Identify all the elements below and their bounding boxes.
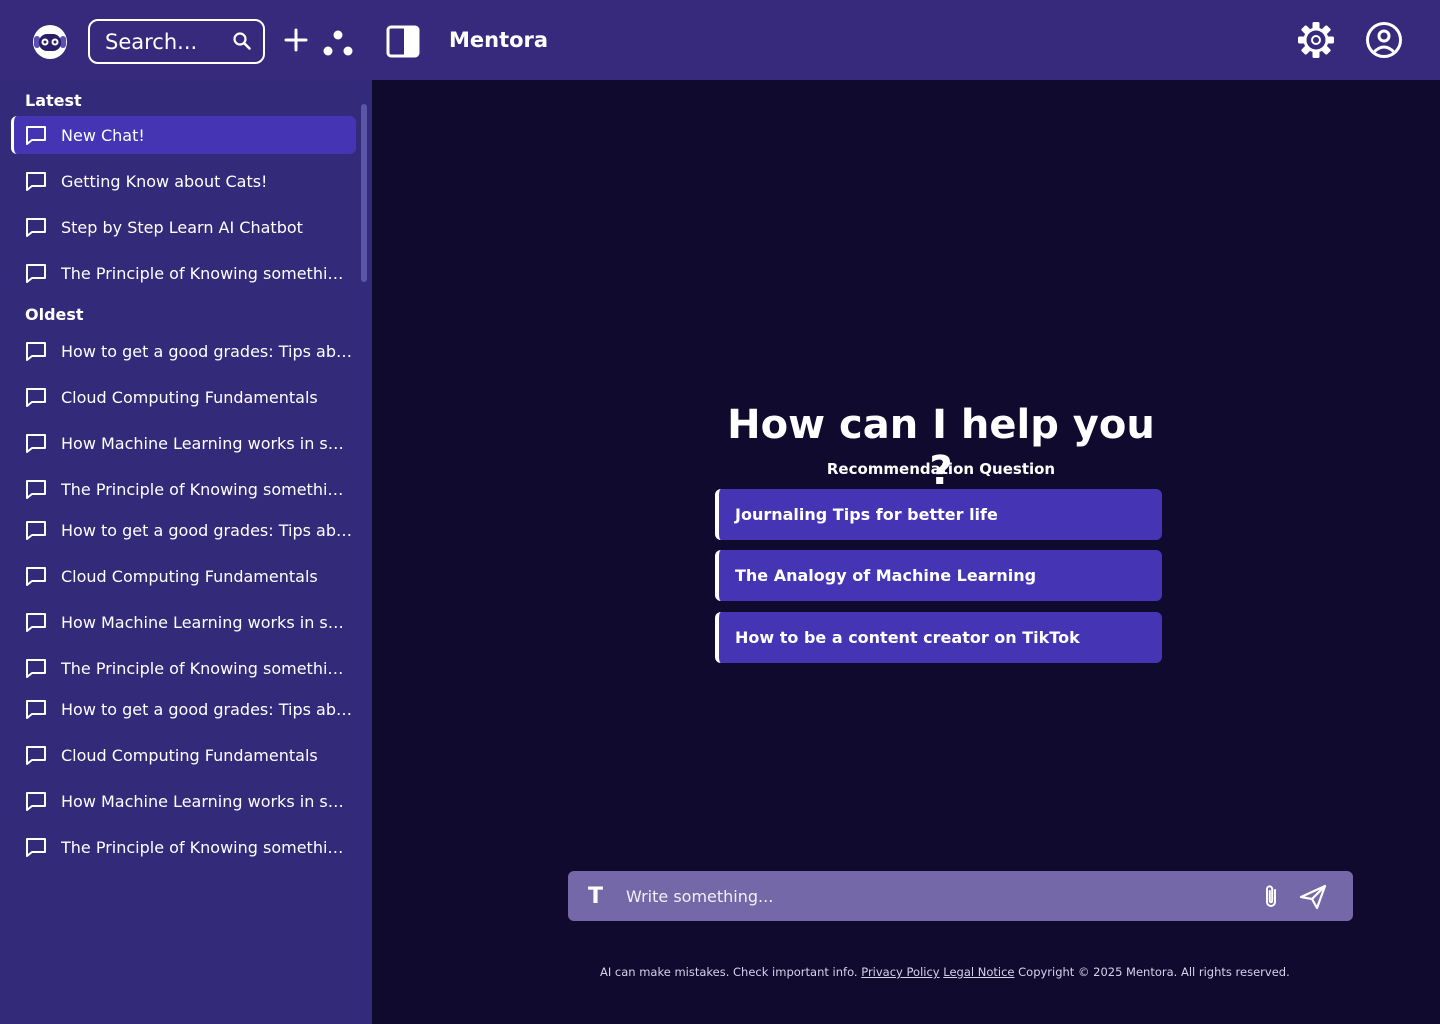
sidebar-chat-item[interactable]: How Machine Learning works in sys... <box>11 782 356 820</box>
latest-section-title: Latest <box>25 91 82 110</box>
dots-icon <box>323 30 353 56</box>
chat-item-label: The Principle of Knowing something... <box>61 837 353 857</box>
chat-bubble-icon <box>26 264 46 283</box>
sidebar-chat-item[interactable]: The Principle of Knowing something... <box>11 254 356 292</box>
chat-item-label: How to get a good grades: Tips abou... <box>61 341 353 361</box>
sidebar-toggle-button[interactable] <box>386 25 420 58</box>
sidebar-chat-item[interactable]: Cloud Computing Fundamentals <box>11 736 356 774</box>
privacy-policy-link[interactable]: Privacy Policy <box>861 965 939 979</box>
top-bar: Mentora <box>0 0 1440 80</box>
message-composer: T <box>568 871 1353 921</box>
text-format-button[interactable]: T <box>588 884 603 909</box>
chat-bubble-icon <box>26 434 46 453</box>
footer-disclaimer: AI can make mistakes. Check important in… <box>600 965 858 979</box>
search-icon[interactable] <box>232 31 252 51</box>
sidebar-chat-item[interactable]: Cloud Computing Fundamentals <box>11 378 356 416</box>
sidebar: Latest Oldest New Chat! Getting Know abou… <box>0 80 372 1024</box>
chat-item-label: The Principle of Knowing something... <box>61 479 353 499</box>
chat-bubble-icon <box>26 172 46 191</box>
chat-bubble-icon <box>26 613 46 632</box>
recommendation-heading: Recommendation Question <box>826 460 1056 478</box>
sidebar-chat-item[interactable]: The Principle of Knowing something... <box>11 470 356 508</box>
sidebar-toggle-icon <box>386 25 420 58</box>
footer-copyright: Copyright © 2025 Mentora. All rights res… <box>1018 965 1290 979</box>
chat-item-label: Getting Know about Cats! <box>61 171 268 191</box>
chat-bubble-icon <box>26 480 46 499</box>
chat-bubble-icon <box>26 218 46 237</box>
chat-item-label: Cloud Computing Fundamentals <box>61 387 318 407</box>
gear-icon <box>1298 22 1334 58</box>
chat-item-label: Cloud Computing Fundamentals <box>61 566 318 586</box>
chat-bubble-icon <box>26 388 46 407</box>
sidebar-chat-item[interactable]: Step by Step Learn AI Chatbot <box>11 208 356 246</box>
chat-item-label: The Principle of Knowing something... <box>61 263 353 283</box>
sidebar-scrollbar[interactable] <box>361 104 367 282</box>
chat-bubble-icon <box>26 521 46 540</box>
paperclip-icon <box>1266 885 1276 907</box>
robot-logo-icon[interactable] <box>28 20 72 62</box>
oldest-section-title: Oldest <box>25 305 84 324</box>
sidebar-chat-item[interactable]: How to get a good grades: Tips abou... <box>11 332 356 370</box>
sidebar-chat-item[interactable]: New Chat! <box>11 116 356 154</box>
chat-bubble-icon <box>26 838 46 857</box>
sidebar-chat-item[interactable]: The Principle of Knowing something... <box>11 828 356 866</box>
sidebar-chat-item[interactable]: How Machine Learning works in sys... <box>11 424 356 462</box>
chat-item-label: New Chat! <box>61 125 145 145</box>
recommendation-button-1[interactable]: Journaling Tips for better life <box>715 489 1162 540</box>
sidebar-chat-item[interactable]: Cloud Computing Fundamentals <box>11 557 356 595</box>
settings-button[interactable] <box>1297 21 1335 59</box>
explore-button[interactable] <box>322 28 354 58</box>
sidebar-chat-item[interactable]: How to get a good grades: Tips abou... <box>11 511 356 549</box>
search-input[interactable] <box>105 29 225 54</box>
chat-item-label: How Machine Learning works in sys... <box>61 791 353 811</box>
search-box[interactable] <box>88 19 265 64</box>
chat-item-label: How Machine Learning works in sys... <box>61 612 353 632</box>
chat-bubble-icon <box>26 126 46 145</box>
brand-name: Mentora <box>449 28 549 52</box>
new-chat-button[interactable] <box>284 28 308 52</box>
legal-notice-link[interactable]: Legal Notice <box>943 965 1014 979</box>
footer: AI can make mistakes. Check important in… <box>600 965 1290 979</box>
recommendation-button-2[interactable]: The Analogy of Machine Learning <box>715 550 1162 601</box>
chat-item-label: Step by Step Learn AI Chatbot <box>61 217 303 237</box>
chat-item-label: Cloud Computing Fundamentals <box>61 745 318 765</box>
chat-bubble-icon <box>26 342 46 361</box>
chat-item-label: How to get a good grades: Tips abou... <box>61 520 353 540</box>
chat-bubble-icon <box>26 700 46 719</box>
attach-button[interactable] <box>1258 883 1284 909</box>
chat-bubble-icon <box>26 567 46 586</box>
chat-bubble-icon <box>26 792 46 811</box>
chat-item-label: The Principle of Knowing something... <box>61 658 353 678</box>
sidebar-chat-item[interactable]: Getting Know about Cats! <box>11 162 356 200</box>
chat-item-label: How Machine Learning works in sys... <box>61 433 353 453</box>
plus-icon <box>284 28 308 52</box>
sidebar-chat-item[interactable]: The Principle of Knowing something... <box>11 649 356 687</box>
page-headline: How can I help you ? <box>727 402 1155 494</box>
sidebar-chat-item[interactable]: How to get a good grades: Tips abou... <box>11 690 356 728</box>
sidebar-chat-item[interactable]: How Machine Learning works in sys... <box>11 603 356 641</box>
chat-bubble-icon <box>26 746 46 765</box>
chat-bubble-icon <box>26 659 46 678</box>
message-input[interactable] <box>626 883 1226 909</box>
user-circle-icon <box>1366 22 1402 58</box>
send-icon <box>1299 884 1327 910</box>
send-button[interactable] <box>1298 883 1328 911</box>
account-button[interactable] <box>1365 21 1403 59</box>
chat-item-label: How to get a good grades: Tips abou... <box>61 699 353 719</box>
recommendation-button-3[interactable]: How to be a content creator on TikTok <box>715 612 1162 663</box>
